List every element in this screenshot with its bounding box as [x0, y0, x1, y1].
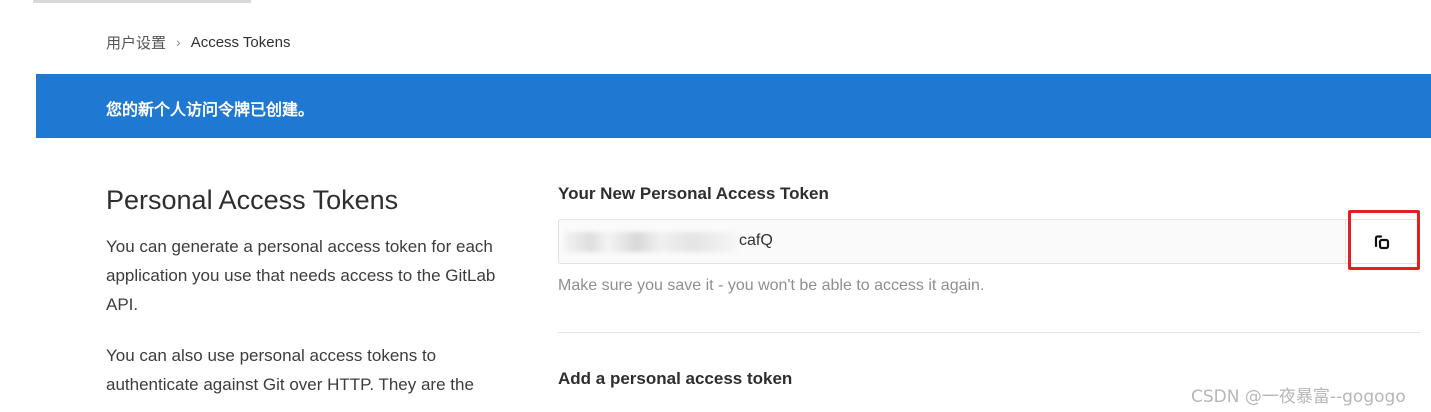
breadcrumb: 用户设置 › Access Tokens: [106, 32, 291, 53]
section-description-2: You can also use personal access tokens …: [106, 346, 474, 394]
red-annotation-box: [1348, 210, 1420, 270]
section-divider: [558, 332, 1420, 333]
breadcrumb-user-settings-link[interactable]: 用户设置: [106, 32, 166, 53]
watermark: CSDN @一夜暴富--gogogo: [1191, 387, 1406, 407]
flash-message: 您的新个人访问令牌已创建。: [106, 102, 315, 119]
token-helper-text: Make sure you save it - you won't be abl…: [558, 277, 985, 294]
new-token-label: Your New Personal Access Token: [558, 184, 829, 203]
breadcrumb-separator: ›: [176, 34, 181, 50]
flash-notice: 您的新个人访问令牌已创建。: [36, 74, 1431, 138]
token-value: cafQ: [739, 232, 773, 249]
page-section-title: Personal Access Tokens: [106, 185, 399, 215]
token-redacted-blur: [565, 232, 737, 252]
breadcrumb-current: Access Tokens: [190, 33, 291, 51]
add-token-title: Add a personal access token: [558, 369, 793, 388]
top-strip: [33, 0, 251, 3]
new-token-field[interactable]: cafQ: [558, 219, 1419, 264]
section-description: You can generate a personal access token…: [106, 237, 496, 314]
